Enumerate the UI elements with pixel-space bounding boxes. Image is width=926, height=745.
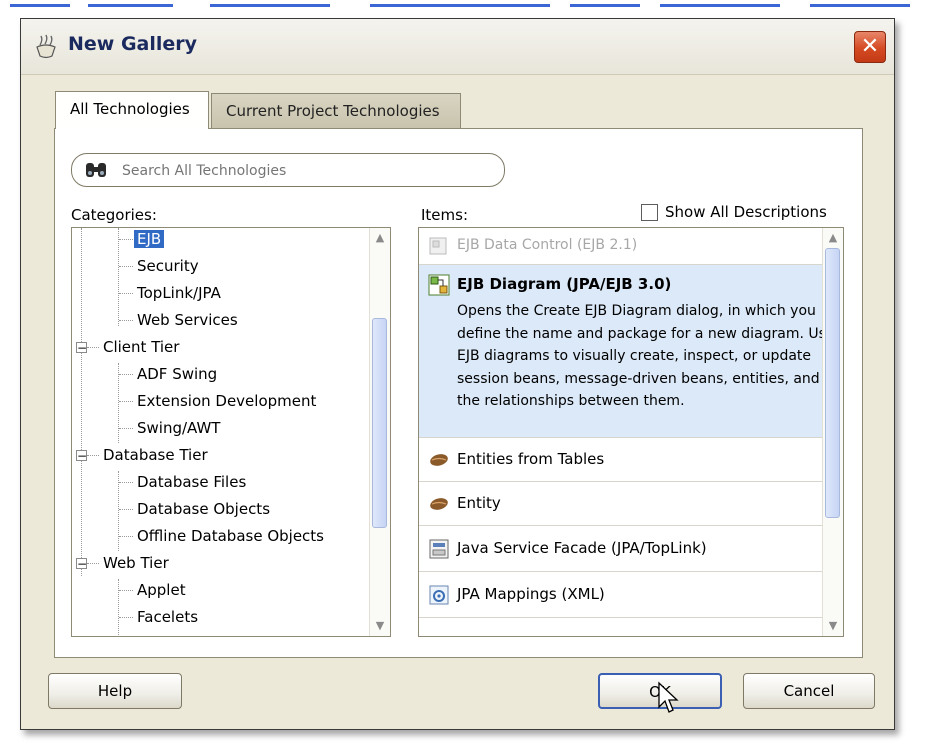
item-title: Entity: [457, 494, 501, 512]
categories-tree: EJB Security TopLink/JPA Web Services − Clien…: [72, 228, 370, 636]
tree-item-label: Web Services: [137, 311, 238, 329]
ejb-data-control-icon: [429, 237, 447, 255]
tree-item[interactable]: Offline Database Objects: [134, 523, 327, 549]
search-input[interactable]: [120, 159, 484, 183]
item-title: Entities from Tables: [457, 450, 605, 468]
tree-item[interactable]: TopLink/JPA: [134, 280, 224, 306]
tree-item-label: Applet: [137, 581, 186, 599]
bean-icon: [430, 498, 448, 510]
tree-item-label: Database Objects: [137, 500, 271, 518]
tree-item-label: TopLink/JPA: [137, 284, 221, 302]
tree-item-label: Offline Database Objects: [137, 527, 324, 545]
help-button[interactable]: Help: [48, 673, 182, 709]
list-item[interactable]: JPA Mappings (XML): [419, 572, 823, 618]
tree-item[interactable]: ADF Swing: [134, 361, 220, 387]
tree-item-label: ADF Swing: [137, 365, 218, 383]
categories-tree-box: EJB Security TopLink/JPA Web Services − Clien…: [71, 227, 391, 637]
list-item[interactable]: Entities from Tables: [419, 438, 823, 482]
item-description: Opens the Create EJB Diagram dialog, in …: [457, 303, 835, 409]
scroll-thumb[interactable]: [825, 248, 840, 518]
tree-item-label: Database Files: [137, 473, 247, 491]
xml-mapping-icon: [429, 585, 449, 605]
tree-item[interactable]: Web Tier: [100, 550, 172, 576]
categories-label: Categories:: [71, 206, 157, 224]
background-link-strip: [10, 0, 915, 10]
cancel-button[interactable]: Cancel: [743, 673, 875, 709]
tree-item-label: Security: [137, 257, 199, 275]
checkbox-box[interactable]: [641, 204, 658, 221]
item-title: Java Service Facade (JPA/TopLink): [457, 539, 707, 557]
tree-item[interactable]: Security: [134, 253, 202, 279]
close-icon: ✕: [860, 34, 880, 59]
tree-item[interactable]: Database Files: [134, 469, 249, 495]
close-button[interactable]: ✕: [854, 31, 886, 63]
list-item[interactable]: Java Service Facade (JPA/TopLink): [419, 526, 823, 572]
items-scrollbar[interactable]: ▲ ▼: [822, 228, 843, 636]
items-label: Items:: [421, 206, 469, 224]
show-all-descriptions-label: Show All Descriptions: [665, 203, 827, 221]
tab-all-technologies[interactable]: All Technologies: [55, 91, 209, 129]
list-item[interactable]: Entity: [419, 482, 823, 526]
tree-item[interactable]: Extension Development: [134, 388, 319, 414]
tree-item-label: Database Tier: [103, 446, 208, 464]
items-list: EJB Data Control (EJB 2.1) EJB Diagram (…: [419, 228, 835, 636]
scroll-up-arrow-icon[interactable]: ▲: [370, 228, 390, 248]
tree-item-label: Web Tier: [103, 554, 169, 572]
tab-current-project-technologies[interactable]: Current Project Technologies: [211, 93, 461, 129]
tree-item[interactable]: Facelets: [134, 604, 201, 630]
items-list-box: EJB Data Control (EJB 2.1) EJB Diagram (…: [418, 227, 844, 637]
scroll-down-arrow-icon[interactable]: ▼: [370, 616, 390, 636]
item-title: EJB Diagram (JPA/EJB 3.0): [457, 275, 672, 293]
item-title: EJB Data Control (EJB 2.1): [457, 237, 638, 253]
list-item[interactable]: EJB Data Control (EJB 2.1): [419, 228, 823, 265]
bean-icon: [430, 454, 448, 466]
service-facade-icon: [429, 539, 449, 559]
list-item[interactable]: EJB Diagram (JPA/EJB 3.0) Opens the Crea…: [419, 265, 835, 438]
binoculars-icon: [86, 163, 106, 177]
collapse-toggle-icon[interactable]: −: [76, 558, 87, 570]
tree-item[interactable]: Web Services: [134, 307, 241, 333]
item-title: JPA Mappings (XML): [457, 585, 605, 603]
tree-item-label: EJB: [134, 230, 165, 248]
ejb-diagram-icon: [428, 274, 450, 296]
new-gallery-dialog: New Gallery ✕ All Technologies Current P…: [20, 18, 895, 730]
tree-item-label: Facelets: [137, 608, 199, 626]
scroll-down-arrow-icon[interactable]: ▼: [823, 616, 843, 636]
coffee-cup-icon: [36, 34, 56, 59]
dialog-title: New Gallery: [68, 33, 198, 55]
tab-panel: Categories: EJB Security TopLink/JPA Web Se…: [54, 128, 863, 658]
search-box[interactable]: [71, 153, 505, 187]
collapse-toggle-icon[interactable]: −: [76, 342, 87, 354]
categories-scrollbar[interactable]: ▲ ▼: [369, 228, 390, 636]
mouse-cursor-icon: [658, 681, 679, 713]
tree-item[interactable]: Database Tier: [100, 442, 211, 468]
tree-item-label: Swing/AWT: [137, 419, 221, 437]
scroll-up-arrow-icon[interactable]: ▲: [823, 228, 843, 248]
tree-item[interactable]: Applet: [134, 577, 189, 603]
tree-item[interactable]: Database Objects: [134, 496, 273, 522]
tree-item[interactable]: EJB: [134, 228, 165, 252]
collapse-toggle-icon[interactable]: −: [76, 450, 87, 462]
tree-item[interactable]: Client Tier: [100, 334, 182, 360]
title-bar[interactable]: New Gallery ✕: [21, 19, 894, 75]
tree-item[interactable]: Swing/AWT: [134, 415, 223, 441]
scroll-thumb[interactable]: [372, 318, 387, 528]
tree-item-label: Extension Development: [137, 392, 317, 410]
tree-item-label: Client Tier: [103, 338, 180, 356]
